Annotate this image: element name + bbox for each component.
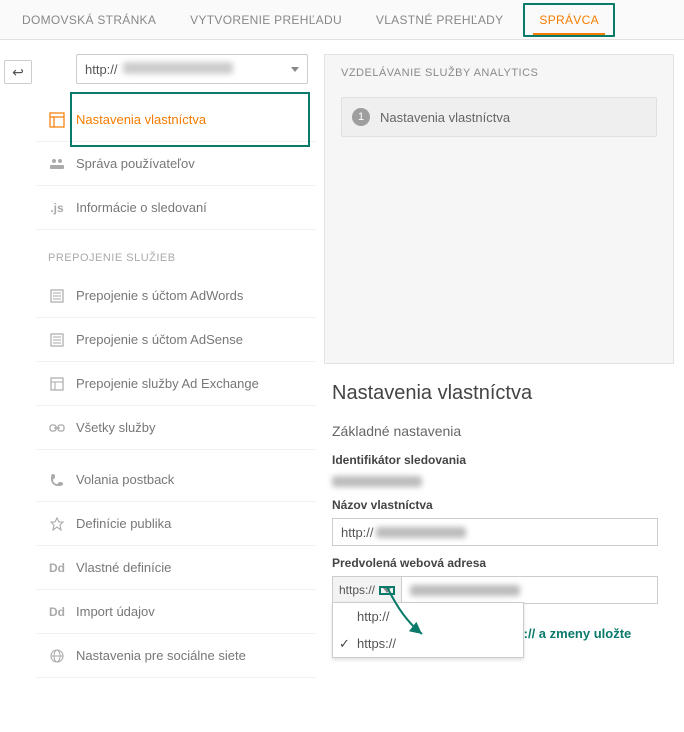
- sidebar-item-label: Volania postback: [76, 472, 174, 487]
- sidebar-item-label: Nastavenia vlastníctva: [76, 112, 206, 127]
- sidebar-item-adexchange[interactable]: Prepojenie služby Ad Exchange: [36, 362, 316, 406]
- target-icon: [48, 515, 66, 533]
- default-url-input[interactable]: [402, 576, 658, 604]
- sidebar-item-label: Import údajov: [76, 604, 155, 619]
- sidebar-item-label: Nastavenia pre sociálne siete: [76, 648, 246, 663]
- sidebar-item-all-services[interactable]: Všetky služby: [36, 406, 316, 450]
- tab-reporting[interactable]: VYTVORENIE PREHĽADU: [176, 3, 356, 37]
- dd-icon: Dd: [48, 603, 66, 621]
- list-icon: [48, 331, 66, 349]
- property-name-blurred: [376, 527, 466, 538]
- step-number-icon: 1: [352, 108, 370, 126]
- sidebar-item-label: Informácie o sledovaní: [76, 200, 207, 215]
- settings-title: Nastavenia vlastníctva: [332, 382, 666, 405]
- sidebar-item-social[interactable]: Nastavenia pre sociálne siete: [36, 634, 316, 678]
- url-blurred: [410, 585, 520, 596]
- protocol-option-https[interactable]: ✓ https://: [333, 630, 523, 657]
- sidebar-item-label: Správa používateľov: [76, 156, 195, 171]
- sidebar-item-tracking-info[interactable]: .js Informácie o sledovaní: [36, 186, 316, 230]
- option-label: http://: [357, 609, 390, 624]
- default-url-row: https://: [332, 576, 658, 604]
- property-name-label: Názov vlastníctva: [332, 498, 666, 512]
- wizard-header: VZDELÁVANIE SLUŽBY ANALYTICS: [341, 67, 657, 79]
- property-select-prefix: http://: [85, 62, 118, 77]
- sidebar-item-label: Definície publika: [76, 516, 171, 531]
- top-nav: DOMOVSKÁ STRÁNKA VYTVORENIE PREHĽADU VLA…: [0, 0, 684, 40]
- tracking-id-value: [332, 473, 666, 488]
- default-url-label: Predvolená webová adresa: [332, 556, 666, 570]
- sidebar-item-audiences[interactable]: Definície publika: [36, 502, 316, 546]
- sidebar-item-postback[interactable]: Volania postback: [36, 458, 316, 502]
- back-column: ↩: [0, 40, 36, 732]
- right-panel: VZDELÁVANIE SLUŽBY ANALYTICS 1 Nastaveni…: [316, 40, 684, 732]
- list-icon: [48, 287, 66, 305]
- wizard-step-1[interactable]: 1 Nastavenia vlastníctva: [341, 97, 657, 137]
- back-icon: ↩: [12, 64, 24, 81]
- property-select[interactable]: http://: [76, 54, 308, 84]
- property-name-input[interactable]: http://: [332, 518, 658, 546]
- wizard-panel: VZDELÁVANIE SLUŽBY ANALYTICS 1 Nastaveni…: [324, 54, 674, 364]
- sidebar-item-label: Prepojenie s účtom AdSense: [76, 332, 243, 347]
- sidebar: http:// Nastavenia vlastníctva Správa po…: [36, 40, 316, 732]
- sidebar-item-data-import[interactable]: Dd Import údajov: [36, 590, 316, 634]
- sidebar-item-label: Prepojenie s účtom AdWords: [76, 288, 243, 303]
- sidebar-item-property-settings[interactable]: Nastavenia vlastníctva: [36, 98, 316, 142]
- sidebar-item-label: Vlastné definície: [76, 560, 171, 575]
- sidebar-item-custom-definitions[interactable]: Dd Vlastné definície: [36, 546, 316, 590]
- phone-icon: [48, 471, 66, 489]
- tab-custom[interactable]: VLASTNÉ PREHĽADY: [362, 3, 518, 37]
- protocol-select[interactable]: https://: [332, 576, 402, 604]
- sidebar-item-user-management[interactable]: Správa používateľov: [36, 142, 316, 186]
- sidebar-item-label: Prepojenie služby Ad Exchange: [76, 376, 259, 391]
- link-icon: [48, 419, 66, 437]
- sidebar-item-adwords[interactable]: Prepojenie s účtom AdWords: [36, 274, 316, 318]
- back-button[interactable]: ↩: [4, 60, 32, 84]
- users-icon: [48, 155, 66, 173]
- chevron-down-icon: [291, 67, 299, 72]
- layout-icon: [48, 111, 66, 129]
- tracking-id-label: Identifikátor sledovania: [332, 453, 666, 467]
- check-icon: ✓: [339, 636, 350, 652]
- option-label: https://: [357, 636, 396, 651]
- sidebar-group-header: PREPOJENIE SLUŽIEB: [36, 230, 316, 274]
- tab-admin[interactable]: SPRÁVCA: [523, 3, 614, 37]
- sidebar-item-label: Všetky služby: [76, 420, 155, 435]
- sidebar-item-adsense[interactable]: Prepojenie s účtom AdSense: [36, 318, 316, 362]
- sidebar-group-label: PREPOJENIE SLUŽIEB: [48, 252, 176, 264]
- dd-icon: Dd: [48, 559, 66, 577]
- settings-basic-header: Základné nastavenia: [332, 423, 666, 439]
- protocol-option-http[interactable]: http://: [333, 603, 523, 630]
- protocol-dropdown-panel: http:// ✓ https://: [332, 602, 524, 658]
- js-icon: .js: [48, 199, 66, 217]
- settings-panel: Nastavenia vlastníctva Základné nastaven…: [324, 364, 674, 604]
- protocol-selected: https://: [339, 583, 375, 597]
- globe-icon: [48, 647, 66, 665]
- main-area: ↩ http:// Nastavenia vlastníctva Správa …: [0, 40, 684, 732]
- protocol-caret-highlight: [379, 586, 395, 595]
- step-label: Nastavenia vlastníctva: [380, 110, 510, 125]
- layout-icon: [48, 375, 66, 393]
- chevron-down-icon: [383, 588, 391, 593]
- property-select-blurred: [123, 62, 233, 74]
- property-name-prefix: http://: [341, 525, 374, 540]
- tab-home[interactable]: DOMOVSKÁ STRÁNKA: [8, 3, 170, 37]
